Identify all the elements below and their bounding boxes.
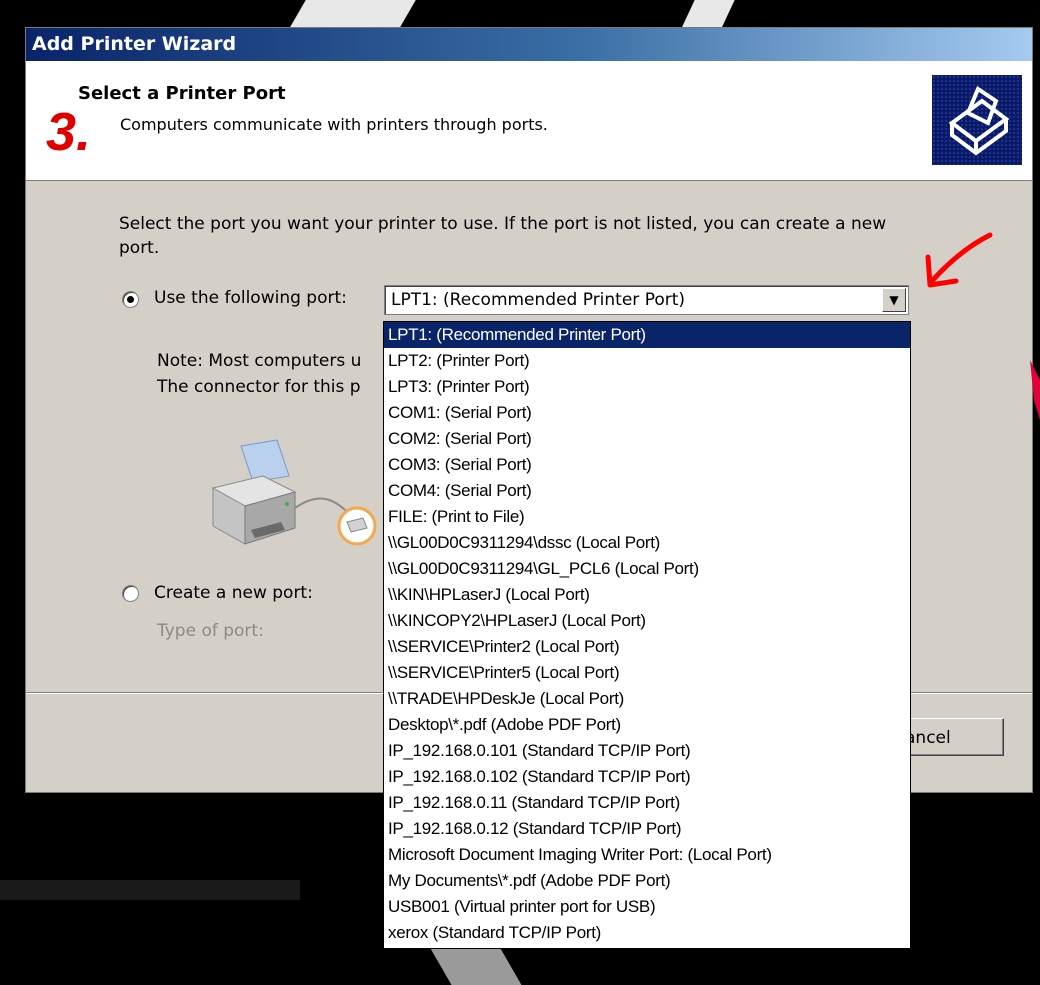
window-titlebar[interactable]: Add Printer Wizard bbox=[26, 28, 1032, 61]
background-stripe bbox=[0, 880, 300, 900]
port-select-value: LPT1: (Recommended Printer Port) bbox=[391, 290, 686, 310]
note-line-2: The connector for this p bbox=[157, 377, 361, 397]
dropdown-option[interactable]: IP_192.168.0.101 (Standard TCP/IP Port) bbox=[384, 738, 910, 764]
port-select[interactable]: LPT1: (Recommended Printer Port) ▼ bbox=[384, 285, 909, 315]
dropdown-option[interactable]: \\KIN\HPLaserJ (Local Port) bbox=[384, 582, 910, 608]
dropdown-option[interactable]: LPT2: (Printer Port) bbox=[384, 348, 910, 374]
dropdown-option[interactable]: COM4: (Serial Port) bbox=[384, 478, 910, 504]
instruction-text: Select the port you want your printer to… bbox=[119, 214, 887, 258]
dropdown-option[interactable]: LPT3: (Printer Port) bbox=[384, 374, 910, 400]
dropdown-option[interactable]: \\SERVICE\Printer2 (Local Port) bbox=[384, 634, 910, 660]
printer-wizard-icon bbox=[932, 75, 1022, 165]
dropdown-option[interactable]: Desktop\*.pdf (Adobe PDF Port) bbox=[384, 712, 910, 738]
page-title: Select a Printer Port bbox=[78, 83, 286, 104]
background-stripe bbox=[428, 945, 522, 985]
page-subtitle: Computers communicate with printers thro… bbox=[120, 115, 548, 134]
dropdown-option[interactable]: \\GL00D0C9311294\GL_PCL6 (Local Port) bbox=[384, 556, 910, 582]
dropdown-option[interactable]: COM3: (Serial Port) bbox=[384, 452, 910, 478]
dropdown-option[interactable]: FILE: (Print to File) bbox=[384, 504, 910, 530]
dropdown-option[interactable]: \\KINCOPY2\HPLaserJ (Local Port) bbox=[384, 608, 910, 634]
dropdown-option[interactable]: \\SERVICE\Printer5 (Local Port) bbox=[384, 660, 910, 686]
printer-connection-illustration bbox=[211, 439, 377, 546]
dropdown-option[interactable]: My Documents\*.pdf (Adobe PDF Port) bbox=[384, 868, 910, 894]
dropdown-arrow-button[interactable]: ▼ bbox=[882, 288, 906, 312]
dropdown-option[interactable]: Microsoft Document Imaging Writer Port: … bbox=[384, 842, 910, 868]
note-line-1: Note: Most computers u bbox=[157, 351, 362, 371]
background-stripe bbox=[288, 0, 422, 30]
step-number-annotation: 3. bbox=[46, 102, 92, 162]
background-red-mark bbox=[1030, 360, 1040, 420]
dropdown-option[interactable]: USB001 (Virtual printer port for USB) bbox=[384, 894, 910, 920]
dropdown-option[interactable]: IP_192.168.0.102 (Standard TCP/IP Port) bbox=[384, 764, 910, 790]
dropdown-option[interactable]: \\TRADE\HPDeskJe (Local Port) bbox=[384, 686, 910, 712]
background-stripe bbox=[680, 0, 740, 30]
create-new-port-radio[interactable] bbox=[122, 585, 139, 602]
wizard-header: 3. Select a Printer Port Computers commu… bbox=[26, 61, 1032, 181]
dropdown-option[interactable]: IP_192.168.0.12 (Standard TCP/IP Port) bbox=[384, 816, 910, 842]
type-of-port-label: Type of port: bbox=[157, 621, 264, 641]
dropdown-option[interactable]: xerox (Standard TCP/IP Port) bbox=[384, 920, 910, 946]
dropdown-option[interactable]: COM2: (Serial Port) bbox=[384, 426, 910, 452]
use-following-port-label[interactable]: Use the following port: bbox=[154, 288, 347, 308]
dropdown-option[interactable]: IP_192.168.0.11 (Standard TCP/IP Port) bbox=[384, 790, 910, 816]
dropdown-option[interactable]: \\GL00D0C9311294\dssc (Local Port) bbox=[384, 530, 910, 556]
port-note: Note: Most computers u The connector for… bbox=[157, 348, 361, 400]
dropdown-option[interactable]: LPT1: (Recommended Printer Port) bbox=[384, 322, 910, 348]
use-following-port-radio[interactable] bbox=[122, 291, 139, 308]
dropdown-option[interactable]: COM1: (Serial Port) bbox=[384, 400, 910, 426]
port-dropdown-list[interactable]: LPT1: (Recommended Printer Port) LPT2: (P… bbox=[383, 321, 911, 949]
annotation-arrow bbox=[925, 232, 993, 288]
create-new-port-label[interactable]: Create a new port: bbox=[154, 583, 313, 603]
